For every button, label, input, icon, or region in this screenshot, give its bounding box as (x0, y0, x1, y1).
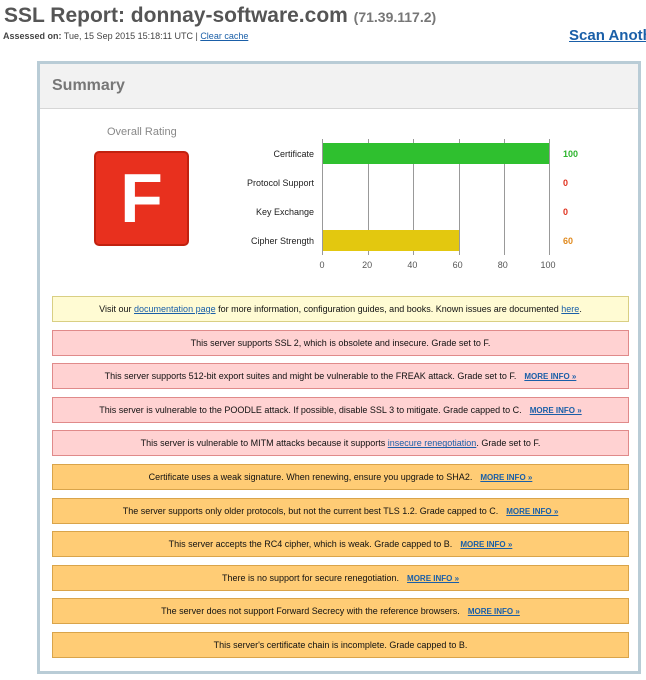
more-info-link[interactable]: MORE INFO » (460, 540, 512, 549)
chart-category-label: Cipher Strength (250, 236, 314, 246)
chart-plot-area (322, 139, 550, 255)
page-title: SSL Report: donnay-software.com (71.39.1… (4, 4, 436, 28)
chart-tick-label: 60 (452, 260, 463, 270)
message-text: The server supports only older protocols… (122, 505, 499, 516)
message-error: This server supports SSL 2, which is obs… (52, 329, 629, 356)
message-warning: This server accepts the RC4 cipher, whic… (52, 531, 629, 558)
chart-category-label: Protocol Support (246, 178, 314, 188)
clear-cache-link[interactable]: Clear cache (200, 31, 248, 41)
message-text: Visit our (99, 304, 135, 314)
grade-badge: F (94, 151, 189, 246)
more-info-link[interactable]: MORE INFO » (468, 607, 520, 616)
assessed-label: Assessed on: (3, 31, 62, 41)
message-warning: The server supports only older protocols… (52, 497, 629, 524)
scan-another-link[interactable]: Scan Anoth (569, 27, 646, 44)
message-text: The server does not support Forward Secr… (161, 606, 460, 617)
insecure-renegotiation-link[interactable]: insecure renegotiation (388, 438, 477, 448)
message-text: This server is vulnerable to the POODLE … (99, 404, 522, 415)
message-warning: There is no support for secure renegotia… (52, 564, 629, 591)
overall-rating-label: Overall Rating (107, 126, 177, 138)
chart-tick-label: 0 (319, 260, 325, 270)
chart-data-label: 0 (563, 207, 569, 217)
message-text: Certificate uses a weak signature. When … (148, 472, 473, 482)
message-error: This server supports 512-bit export suit… (52, 363, 629, 390)
more-info-link[interactable]: MORE INFO » (480, 473, 532, 482)
documentation-link[interactable]: documentation page (134, 304, 216, 314)
message-text: This server supports SSL 2, which is obs… (190, 337, 491, 348)
message-warning: The server does not support Forward Secr… (52, 598, 629, 625)
chart-gridline (549, 139, 550, 255)
message-error: This server is vulnerable to MITM attack… (52, 430, 629, 457)
more-info-link[interactable]: MORE INFO » (524, 372, 576, 381)
message-text: for more information, configuration guid… (215, 304, 562, 314)
chart-tick-label: 100 (540, 260, 556, 270)
message-text: This server supports 512-bit export suit… (104, 371, 517, 382)
more-info-link[interactable]: MORE INFO » (506, 507, 558, 516)
chart-bar (323, 143, 549, 164)
message-warning: Certificate uses a weak signature. When … (52, 464, 629, 490)
assessed-line: Assessed on: Tue, 15 Sep 2015 15:18:11 U… (3, 31, 249, 41)
chart-category-label: Key Exchange (255, 207, 314, 217)
message-error: This server is vulnerable to the POODLE … (52, 396, 629, 423)
message-warning: This server's certificate chain is incom… (52, 632, 629, 658)
assessed-date: Tue, 15 Sep 2015 15:18:11 UTC (63, 31, 193, 41)
message-text: . Grade set to F. (476, 438, 541, 449)
report-title: SSL Report: donnay-software.com (4, 4, 348, 27)
message-text: There is no support for secure renegotia… (221, 572, 400, 583)
chart-data-label: 60 (563, 236, 574, 246)
chart-tick-label: 80 (497, 260, 508, 270)
summary-panel: Summary Overall Rating F 0 20 40 60 80 100 Cer… (37, 61, 641, 674)
message-text: This server accepts the RC4 cipher, whic… (168, 539, 453, 550)
message-info: Visit our documentation page for more in… (52, 296, 629, 322)
chart-bar (323, 230, 459, 251)
more-info-link[interactable]: MORE INFO » (407, 574, 459, 583)
summary-title: Summary (40, 64, 638, 109)
chart-category-label: Certificate (273, 149, 314, 159)
chart-data-label: 0 (563, 178, 569, 188)
ip-address: (71.39.117.2) (353, 9, 437, 25)
chart-tick-label: 40 (407, 260, 418, 270)
chart-tick-label: 20 (362, 260, 373, 270)
chart-data-label: 100 (563, 149, 579, 159)
known-issues-link[interactable]: here (561, 304, 579, 314)
message-text: This server's certificate chain is incom… (213, 640, 468, 650)
message-text: . (579, 304, 582, 314)
message-text: This server is vulnerable to MITM attack… (140, 438, 388, 449)
more-info-link[interactable]: MORE INFO » (530, 406, 582, 415)
